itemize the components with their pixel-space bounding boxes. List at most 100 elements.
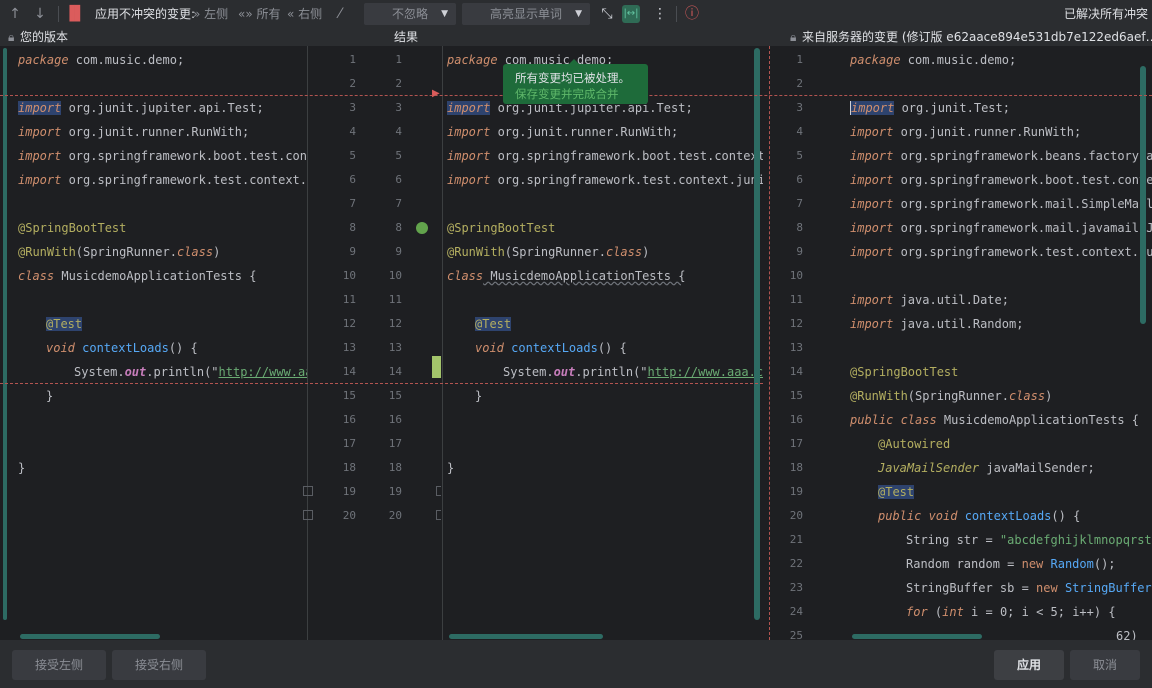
save-and-finish-link[interactable]: 保存变更并完成合并: [515, 86, 648, 102]
fold-icon[interactable]: [303, 510, 313, 520]
line-number: 12: [388, 317, 402, 330]
change-marker: [754, 48, 760, 620]
line-number: 5: [395, 149, 402, 162]
code-line: void contextLoads() {: [46, 341, 198, 355]
horizontal-scrollbar[interactable]: [20, 634, 160, 639]
conflict-icon[interactable]: ▐▌: [64, 4, 86, 24]
code-line: import org.springframework.beans.factory…: [850, 149, 1152, 163]
code-line: import java.util.Date;: [850, 293, 1009, 307]
line-number: 13: [789, 341, 803, 354]
line-number: 5: [796, 149, 803, 162]
code-line: for (int i = 0; i < 5; i++) {: [906, 605, 1116, 619]
code-line: class MusicdemoApplicationTests {: [447, 269, 686, 283]
vertical-scrollbar[interactable]: [1140, 66, 1146, 324]
magic-wand-icon[interactable]: ⁄: [330, 4, 350, 24]
conflict-boundary: [0, 383, 763, 384]
code-line: @Test: [878, 485, 915, 499]
line-number: 9: [395, 245, 402, 258]
arrow-down-icon[interactable]: ↓: [30, 4, 50, 24]
merge-complete-tooltip: 所有变更均已被处理。 保存变更并完成合并: [503, 59, 648, 104]
line-number: 10: [789, 269, 803, 282]
toolbar: ↑ ↓ ▐▌ 应用不冲突的变更: » 左侧 «» 所有 « 右侧 ⁄ 不忽略 ▼…: [0, 0, 1152, 28]
line-number: 8: [349, 221, 356, 234]
line-number: 7: [349, 197, 356, 210]
double-chevron-both-icon: «»: [238, 7, 253, 21]
line-number: 4: [796, 125, 803, 138]
highlight-words-dropdown[interactable]: 高亮显示单词 ▼: [462, 3, 590, 25]
code-line: package com.music.demo;: [18, 53, 185, 67]
line-number: 8: [395, 221, 402, 234]
left-pane-title: 您的版本: [20, 30, 69, 44]
line-number: 15: [342, 389, 356, 402]
ignore-dropdown[interactable]: 不忽略 ▼: [364, 3, 456, 25]
line-number: 4: [395, 125, 402, 138]
line-number: 18: [388, 461, 402, 474]
server-editor[interactable]: package com.music.demo; import org.junit…: [846, 46, 1152, 640]
line-number: 7: [395, 197, 402, 210]
line-number: 13: [342, 341, 356, 354]
status-text: 已解决所有冲突: [1064, 7, 1149, 21]
apply-nonconflict-label: 应用不冲突的变更:: [95, 7, 196, 21]
code-line: import org.springframework.test.context.…: [850, 245, 1152, 259]
line-number: 15: [789, 389, 803, 402]
line-number: 22: [789, 557, 803, 570]
line-number: 12: [342, 317, 356, 330]
line-number: 17: [342, 437, 356, 450]
line-number: 24: [789, 605, 803, 618]
conflict-arrow-icon[interactable]: ▶: [432, 88, 440, 99]
code-line: JavaMailSender javaMailSender;: [878, 461, 1095, 475]
line-number: 10: [388, 269, 402, 282]
code-line: @SpringBootTest: [447, 221, 556, 235]
sync-scroll-icon[interactable]: |↔|: [622, 5, 640, 23]
line-number: 8: [796, 221, 803, 234]
arrow-up-icon[interactable]: ↑: [5, 4, 25, 24]
code-line: }: [475, 389, 483, 403]
code-line: @Test: [475, 317, 512, 331]
pane-headers: 🔒︎ 您的版本 结果 🔒︎ 来自服务器的变更 (修订版 e62aace894e5…: [0, 28, 1152, 46]
code-line: @RunWith(SpringRunner.class): [18, 245, 221, 259]
apply-button[interactable]: 应用: [994, 650, 1064, 680]
footer: 接受左侧 接受右侧 应用 取消: [0, 640, 1152, 688]
result-editor[interactable]: package com.music.demo; import org.junit…: [441, 46, 763, 640]
line-number: 1: [796, 53, 803, 66]
code-line: @Autowired: [878, 437, 951, 451]
line-number: 6: [349, 173, 356, 186]
line-number: 1: [349, 53, 356, 66]
line-number: 15: [388, 389, 402, 402]
fold-icon[interactable]: [303, 486, 313, 496]
line-number: 19: [342, 485, 356, 498]
line-number: 2: [395, 77, 402, 90]
tooltip-message: 所有变更均已被处理。: [515, 71, 630, 85]
cancel-button[interactable]: 取消: [1070, 650, 1140, 680]
line-number: 16: [342, 413, 356, 426]
more-options-icon[interactable]: ⋮: [650, 4, 670, 24]
change-marker: [432, 356, 441, 378]
line-number: 17: [789, 437, 803, 450]
accept-right-button[interactable]: 接受右侧: [112, 650, 206, 680]
apply-left-button[interactable]: » 左侧: [193, 0, 228, 28]
accept-left-button[interactable]: 接受左侧: [12, 650, 106, 680]
apply-all-button[interactable]: «» 所有: [238, 0, 281, 28]
horizontal-scrollbar[interactable]: [852, 634, 982, 639]
code-line: import java.util.Random;: [850, 317, 1024, 331]
right-pane-title: 来自服务器的变更 (修订版 e62aace894e531db7e122ed6ae…: [802, 30, 1152, 44]
code-line: @SpringBootTest: [18, 221, 127, 235]
code-line: class MusicdemoApplicationTests {: [18, 269, 257, 283]
center-pane-title: 结果: [394, 30, 419, 44]
spring-bean-icon[interactable]: [416, 222, 428, 234]
code-line: public void contextLoads() {: [878, 509, 1081, 523]
line-number: 12: [789, 317, 803, 330]
line-number: 14: [342, 365, 356, 378]
line-number: 10: [342, 269, 356, 282]
collapse-icon[interactable]: ⤡: [597, 4, 617, 24]
line-number: 13: [388, 341, 402, 354]
help-icon[interactable]: ⓘ: [682, 4, 702, 24]
code-line: void contextLoads() {: [475, 341, 627, 355]
left-editor[interactable]: package com.music.demo; import org.junit…: [0, 46, 308, 640]
code-line: import org.springframework.test.context.…: [18, 173, 308, 187]
code-line: import org.junit.runner.RunWith;: [447, 125, 679, 139]
apply-right-button[interactable]: « 右侧: [287, 0, 322, 28]
lock-icon: 🔒︎: [790, 30, 797, 44]
line-number: 21: [789, 533, 803, 546]
horizontal-scrollbar[interactable]: [449, 634, 603, 639]
